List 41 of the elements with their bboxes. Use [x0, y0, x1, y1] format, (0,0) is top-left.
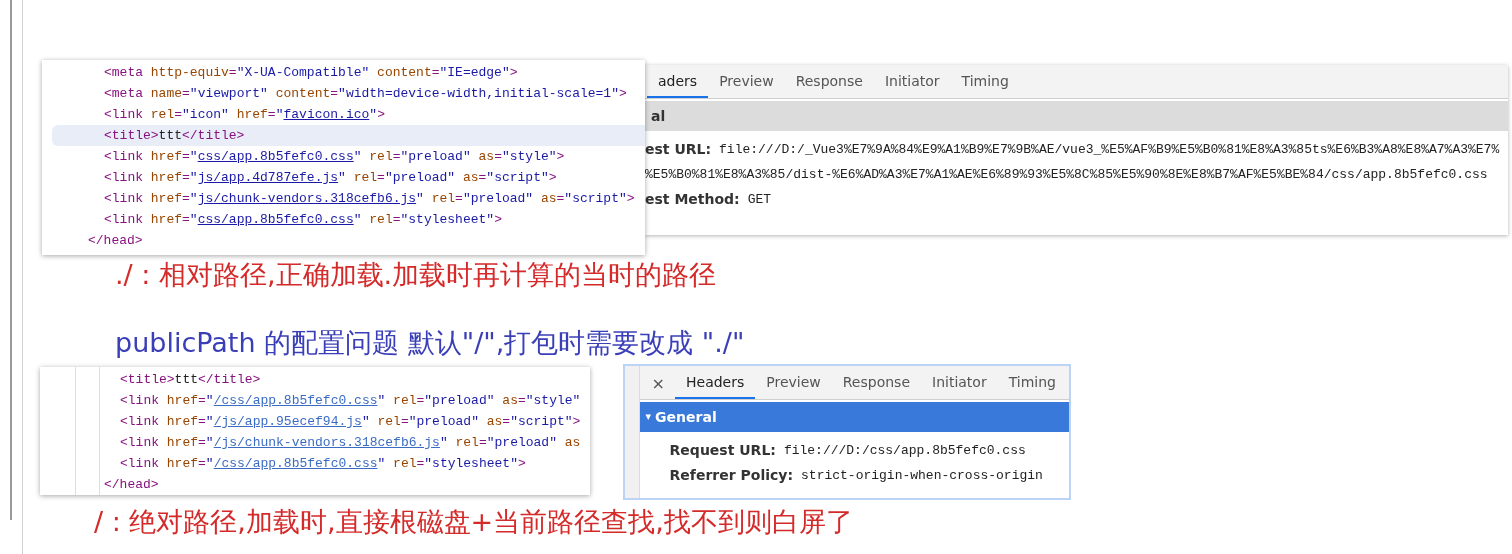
code-line: </head>	[103, 476, 160, 494]
code-line: <link rel="icon" href="favicon.ico">	[103, 106, 386, 124]
header-label: est Method:	[645, 190, 740, 209]
devtools-tab[interactable]: Timing	[950, 66, 1020, 98]
devtools-tab[interactable]: Headers	[675, 367, 756, 399]
section-header[interactable]: ▾ General	[639, 402, 1069, 432]
code-line: <meta http-equiv="X-UA-Compatible" content="IE=edge">	[103, 64, 519, 82]
devtools-tab[interactable]: Response	[831, 367, 921, 399]
header-label: Request URL:	[669, 441, 776, 460]
section-header[interactable]: al	[645, 101, 1508, 131]
devtools-tab[interactable]: Initiator	[921, 367, 998, 399]
code-line: <link href="/css/app.8b5fefc0.css" rel="preload" as="style"	[119, 392, 582, 410]
header-value: GET	[747, 190, 772, 209]
code-line: <meta name="viewport" content="width=device-width,initial-scale=1">	[103, 85, 628, 103]
annotation-text: ./ : 相对路径,正确加载.加载时再计算的当时的路径	[115, 258, 717, 292]
header-value: file:///D:/css/app.8b5fefc0.css	[783, 441, 1026, 460]
header-value: %E5%B0%81%E8%A3%85/dist-%E6%AD%A3%E7%A1%AE%E6%89%93%E5%8C%85%E5%90%8E%E8%B7%AF%E5%BE%84/css/app.8b5fefc0.css	[645, 165, 1488, 184]
code-line: <link href="/js/chunk-vendors.318cefb6.js" rel="preload" as	[119, 434, 582, 452]
devtools-tab[interactable]: Response	[784, 66, 874, 98]
code-line: <link href="css/app.8b5fefc0.css" rel="stylesheet">	[103, 211, 503, 229]
header-label: Referrer Policy:	[669, 466, 794, 485]
header-value: strict-origin-when-cross-origin	[801, 466, 1043, 485]
code-line: <link href="js/chunk-vendors.318cefb6.js" rel="preload" as="script">	[103, 190, 636, 208]
devtools-tab[interactable]: Preview	[755, 367, 832, 399]
code-line: <link href="js/app.4d787efe.js" rel="preload" as="script">	[103, 169, 558, 187]
close-button[interactable]: ×	[641, 369, 675, 399]
annotation-text: publicPath 的配置问题 默认"/",打包时需要改成 "./"	[115, 326, 745, 360]
header-label: est URL:	[645, 140, 712, 159]
devtools-tab[interactable]: Preview	[708, 66, 785, 98]
annotation-text: / : 绝对路径,加载时,直接根磁盘+当前路径查找,找不到则白屏了	[94, 505, 853, 539]
triangle-icon: ▾	[645, 408, 652, 426]
code-line: <link href="/js/app.95ecef94.js" rel="preload" as="script">	[119, 413, 582, 431]
header-value: file:///D:/_Vue3%E7%9A%84%E9%A1%B9%E7%9B%AE/vue3_%E5%AF%B9%E5%B0%81%E8%A3%85ts%E6%B3%A8%E8%A7%A3%E7%	[719, 140, 1500, 159]
code-line: <title>ttt</title>	[119, 371, 262, 389]
devtools-tab[interactable]: Initiator	[873, 66, 951, 98]
code-line: </head>	[87, 232, 144, 250]
devtools-tab[interactable]: Timing	[997, 367, 1067, 399]
code-line: <title>ttt</title>	[52, 125, 645, 146]
code-line: <link href="css/app.8b5fefc0.css" rel="preload" as="style">	[103, 148, 566, 166]
code-line: <link href="/css/app.8b5fefc0.css" rel="stylesheet">	[119, 455, 527, 473]
devtools-tab[interactable]: aders	[647, 66, 709, 98]
